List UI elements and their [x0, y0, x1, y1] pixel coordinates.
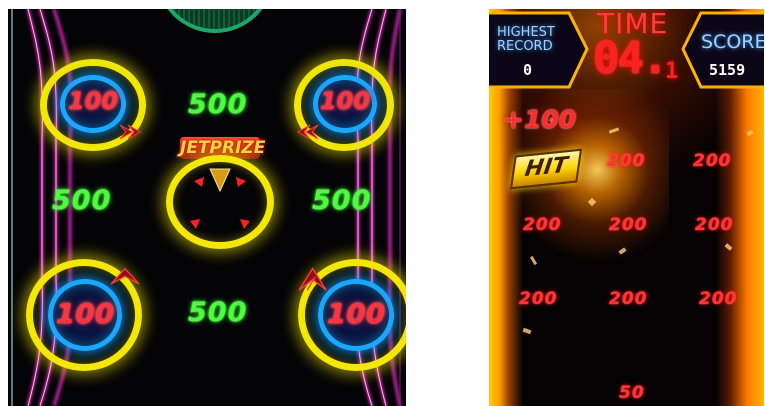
target-500-top: 500 [188, 89, 248, 120]
bumper-label: 100 [55, 297, 115, 330]
chevron-icon [297, 124, 319, 140]
score-value: 5159 [709, 61, 746, 79]
bonus-popup: +100 [503, 105, 577, 134]
target-200: 200 [609, 289, 648, 309]
jetprize-markers [190, 168, 250, 229]
time-value: 04. [593, 33, 668, 84]
chevron-icon [298, 267, 327, 291]
pinball-playfield-left: 100 100 JETPRIZE 500 500 500 500 100 100 [8, 9, 406, 406]
bumper-label: 100 [67, 87, 119, 115]
highest-record-value: 0 [523, 61, 533, 79]
target-500-left: 500 [52, 185, 112, 216]
game-screen-right: HIGHEST RECORD 0 TIME 04. 1 SCORE 5159 +… [489, 9, 764, 406]
target-200: 200 [609, 215, 648, 235]
target-200: 200 [693, 151, 732, 171]
highest-record-label-line2: RECORD [497, 39, 553, 54]
target-500-bottom: 500 [188, 297, 248, 328]
target-200: 200 [607, 151, 646, 171]
target-200: 200 [699, 289, 738, 309]
chevron-icon [110, 267, 140, 285]
target-500-right: 500 [312, 185, 372, 216]
time-fraction: 1 [665, 59, 679, 84]
hit-text: HIT [523, 152, 570, 183]
bumper-label: 100 [326, 297, 386, 330]
target-50: 50 [619, 383, 645, 403]
shard [522, 327, 532, 335]
target-200: 200 [523, 215, 562, 235]
target-200: 200 [695, 215, 734, 235]
chevron-icon [119, 124, 141, 140]
target-200: 200 [519, 289, 558, 309]
bumper-label: 100 [319, 87, 371, 115]
score-label: SCORE [701, 31, 764, 53]
highest-record-label-line1: HIGHEST [497, 25, 555, 40]
